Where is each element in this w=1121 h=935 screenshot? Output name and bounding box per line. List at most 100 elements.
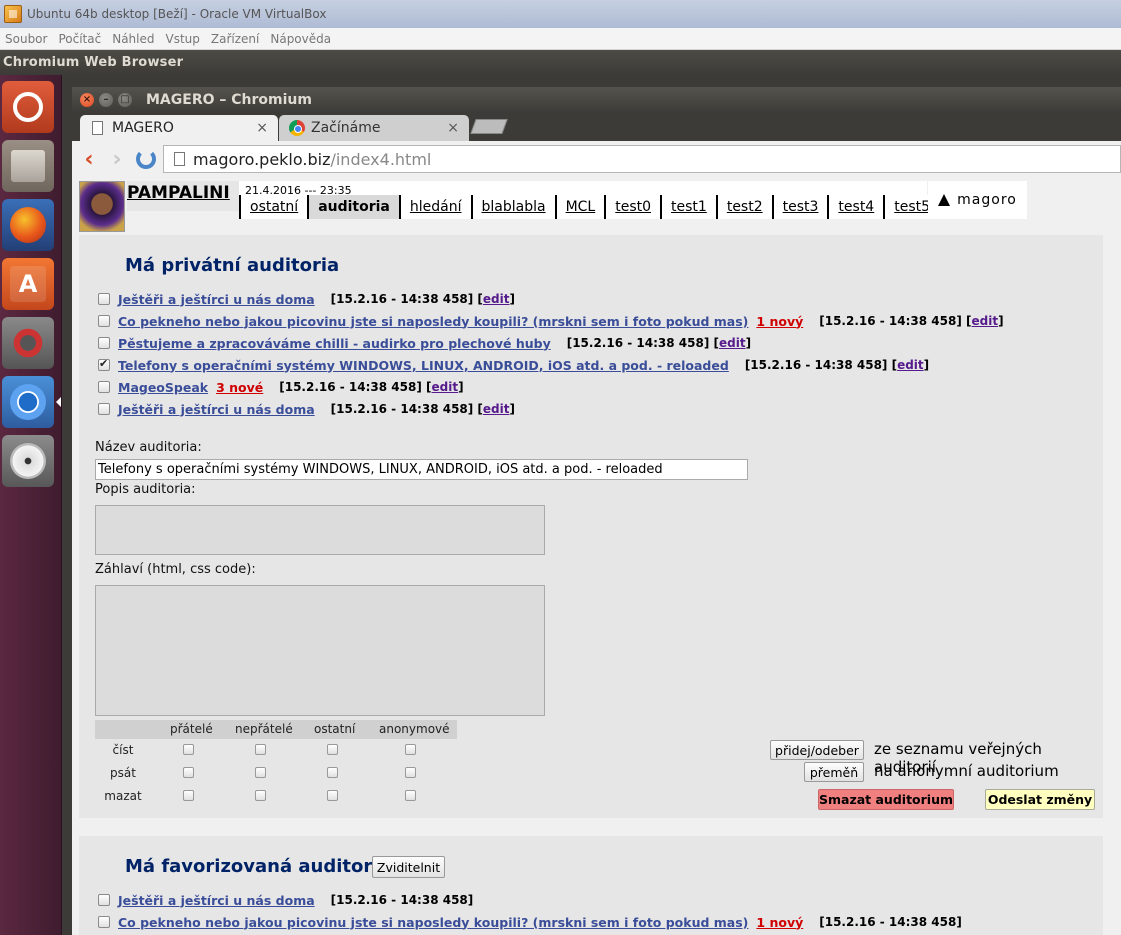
auditorium-checkbox[interactable] — [98, 403, 110, 415]
auditorium-checkbox[interactable] — [98, 315, 110, 327]
permission-checkbox[interactable] — [405, 767, 416, 778]
permission-checkbox[interactable] — [183, 790, 194, 801]
auditorium-link[interactable]: Ještěři a ještírci u nás doma — [118, 893, 315, 908]
auditorium-meta: [15.2.16 - 14:38 458] [edit] — [331, 292, 515, 306]
show-button[interactable]: Zviditelnit — [372, 856, 445, 878]
permission-checkbox[interactable] — [183, 767, 194, 778]
auditorium-name-input[interactable] — [95, 459, 748, 480]
reload-icon[interactable] — [136, 149, 156, 169]
auditorium-checkbox[interactable] — [98, 293, 110, 305]
delete-auditorium-button[interactable]: Smazat auditorium — [818, 789, 954, 810]
nav-tab-test0[interactable]: test0 — [604, 195, 661, 219]
window-maximize-icon[interactable]: □ — [118, 93, 132, 107]
auditorium-link[interactable]: Ještěři a ještírci u nás doma — [118, 292, 315, 307]
forward-arrow-icon[interactable]: › — [106, 147, 128, 172]
new-posts-badge[interactable]: 3 nové — [216, 380, 263, 395]
auditorium-link[interactable]: Co pekneho nebo jakou picovinu jste si n… — [118, 314, 748, 329]
nav-tab-ostatní[interactable]: ostatní — [239, 195, 308, 219]
new-tab-button[interactable] — [470, 119, 508, 134]
menu-vstup[interactable]: Vstup — [161, 32, 206, 46]
header-code-textarea[interactable] — [95, 585, 545, 716]
auditorium-meta: [15.2.16 - 14:38 458] [edit] — [819, 314, 1003, 328]
software-center-icon[interactable]: A — [2, 258, 54, 310]
edit-link[interactable]: edit — [483, 402, 510, 416]
auditorium-checkbox[interactable] — [98, 894, 110, 906]
tab-zaciname[interactable]: Začínáme × — [279, 115, 469, 141]
permission-checkbox[interactable] — [405, 744, 416, 755]
convert-button[interactable]: přeměň — [804, 762, 864, 782]
new-posts-badge[interactable]: 1 nový — [756, 915, 803, 930]
page-icon — [92, 121, 103, 135]
edit-link[interactable]: edit — [432, 380, 459, 394]
nav-tab-hledání[interactable]: hledání — [398, 195, 471, 219]
permission-checkbox[interactable] — [327, 744, 338, 755]
nav-tab-auditoria[interactable]: auditoria — [307, 195, 399, 219]
permission-checkbox[interactable] — [405, 790, 416, 801]
menu-nahled[interactable]: Náhled — [107, 32, 160, 46]
disc-icon[interactable] — [2, 435, 54, 487]
header-code-label: Záhlaví (html, css code): — [95, 562, 256, 577]
description-textarea[interactable] — [95, 505, 545, 555]
auditorium-link[interactable]: Ještěři a ještírci u nás doma — [118, 402, 315, 417]
permission-checkbox[interactable] — [327, 767, 338, 778]
nav-tab-blablabla[interactable]: blablabla — [470, 195, 555, 219]
nav-tab-mcl[interactable]: MCL — [554, 195, 605, 219]
favorite-auditoria-panel: Má favorizovaná auditoria Zviditelnit Je… — [79, 836, 1103, 935]
auditorium-link[interactable]: Co pekneho nebo jakou picovinu jste si n… — [118, 915, 748, 930]
permission-checkbox[interactable] — [255, 790, 266, 801]
name-label: Název auditoria: — [95, 440, 202, 455]
files-icon[interactable] — [2, 140, 54, 192]
auditorium-timestamp: [15.2.16 - 14:38 458] [ — [330, 402, 483, 416]
perm-row-1: psát — [110, 766, 136, 780]
ubuntu-dash-icon[interactable] — [2, 81, 54, 133]
active-app-arrow-icon — [56, 397, 61, 407]
window-minimize-icon[interactable]: – — [99, 93, 113, 107]
nav-tab-test2[interactable]: test2 — [715, 195, 772, 219]
auditorium-link[interactable]: Telefony s operačními systémy WINDOWS, L… — [118, 358, 729, 373]
auditorium-link[interactable]: Pěstujeme a zpracováváme chilli - audirk… — [118, 336, 551, 351]
back-arrow-icon[interactable]: ‹ — [78, 147, 100, 172]
private-auditoria-title: Má privátní auditoria — [125, 255, 340, 276]
nav-tab-test1[interactable]: test1 — [660, 195, 716, 219]
menu-soubor[interactable]: Soubor — [0, 32, 53, 46]
permission-checkbox[interactable] — [255, 767, 266, 778]
edit-link[interactable]: edit — [719, 336, 746, 350]
permission-checkbox[interactable] — [255, 744, 266, 755]
bracket-close: ] — [509, 292, 515, 306]
auditorium-checkbox[interactable] — [98, 357, 110, 371]
edit-link[interactable]: edit — [483, 292, 510, 306]
chromium-icon[interactable] — [2, 376, 54, 428]
tab-magero[interactable]: MAGERO × — [80, 115, 278, 141]
menu-pocitac[interactable]: Počítač — [53, 32, 107, 46]
permission-checkbox[interactable] — [183, 744, 194, 755]
add-remove-button[interactable]: přidej/odeber — [770, 740, 864, 760]
edit-link[interactable]: edit — [897, 358, 924, 372]
tab-close-icon[interactable]: × — [447, 120, 459, 136]
system-settings-icon[interactable] — [2, 317, 54, 369]
firefox-icon[interactable] — [2, 199, 54, 251]
auditorium-timestamp: [15.2.16 - 14:38 458] [ — [744, 358, 898, 372]
perm-row-2: mazat — [104, 789, 142, 803]
auditorium-checkbox[interactable] — [98, 916, 110, 928]
auditorium-link[interactable]: MageoSpeak — [118, 380, 208, 395]
auditorium-row: Pěstujeme a zpracováváme chilli - audirk… — [98, 334, 751, 352]
permission-checkbox[interactable] — [327, 790, 338, 801]
auditorium-checkbox[interactable] — [98, 337, 110, 349]
auditorium-checkbox[interactable] — [98, 381, 110, 393]
nav-tab-test3[interactable]: test3 — [771, 195, 828, 219]
menu-zarizeni[interactable]: Zařízení — [206, 32, 265, 46]
logo-text: magoro — [957, 192, 1017, 208]
nav-tab-test4[interactable]: test4 — [827, 195, 884, 219]
tab-close-icon[interactable]: × — [256, 120, 268, 136]
username-link[interactable]: PAMPALINI — [127, 181, 239, 211]
address-bar[interactable]: magoro.peklo.biz/index4.html — [163, 145, 1121, 173]
ubuntu-launcher: A — [0, 75, 62, 935]
bracket-close: ] — [998, 314, 1004, 328]
submit-changes-button[interactable]: Odeslat změny — [985, 789, 1095, 810]
window-close-icon[interactable]: × — [80, 93, 94, 107]
menu-napoveda[interactable]: Nápověda — [265, 32, 337, 46]
avatar — [79, 181, 125, 232]
new-posts-badge[interactable]: 1 nový — [756, 314, 803, 329]
edit-link[interactable]: edit — [972, 314, 999, 328]
permissions-header: přátelé nepřátelé ostatní anonymové — [95, 720, 457, 739]
